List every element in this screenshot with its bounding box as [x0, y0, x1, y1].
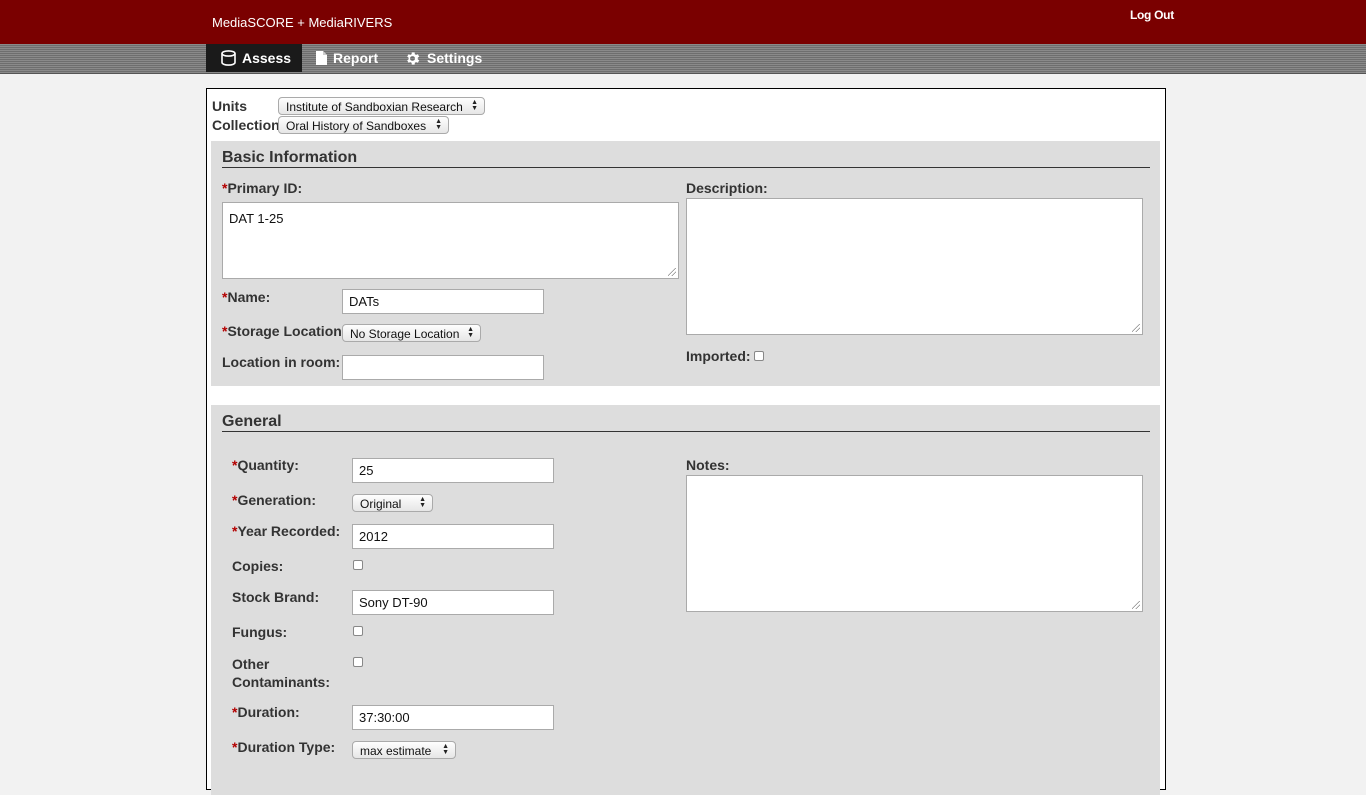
duration-type-value: max estimate [360, 744, 432, 758]
tab-assess[interactable]: Assess [206, 44, 302, 72]
quantity-label: *Quantity: [232, 457, 299, 473]
stock-brand-label: Stock Brand: [232, 589, 320, 605]
tab-settings-label: Settings [427, 50, 483, 66]
tab-assess-label: Assess [242, 50, 292, 66]
storage-location-label: *Storage Location: [222, 323, 346, 339]
notes-textarea[interactable] [686, 475, 1143, 612]
storage-location-value: No Storage Location [350, 327, 460, 341]
copies-checkbox[interactable] [353, 560, 363, 570]
select-arrows-icon: ▲ ▼ [419, 496, 426, 509]
app-title: MediaSCORE + MediaRIVERS [212, 15, 393, 30]
collection-label: Collection [212, 117, 280, 133]
generation-select[interactable]: Original ▲ ▼ [352, 494, 433, 512]
copies-label: Copies: [232, 558, 284, 574]
gear-icon [404, 50, 427, 67]
resize-handle-icon[interactable] [1132, 324, 1140, 332]
name-label-text: Name: [227, 289, 271, 305]
year-recorded-label-text: Year Recorded: [237, 523, 341, 539]
generation-value: Original [360, 497, 402, 511]
primary-id-label-text: Primary ID: [227, 180, 303, 196]
duration-label: *Duration: [232, 704, 300, 720]
fungus-checkbox[interactable] [353, 626, 363, 636]
section-title-basic: Basic Information [222, 149, 358, 166]
quantity-label-text: Quantity: [237, 457, 299, 473]
main-nav: Assess Report Settings [0, 44, 1366, 74]
units-select[interactable]: Institute of Sandboxian Research ▲ ▼ [278, 97, 485, 115]
units-label: Units [212, 98, 247, 114]
database-icon [221, 50, 242, 66]
resize-handle-icon[interactable] [1132, 601, 1140, 609]
other-contaminants-label-line1: Other [232, 656, 270, 672]
generation-label: *Generation: [232, 492, 316, 508]
duration-input[interactable]: 37:30:00 [352, 705, 554, 730]
duration-type-select[interactable]: max estimate ▲ ▼ [352, 741, 456, 759]
duration-label-text: Duration: [237, 704, 300, 720]
resize-handle-icon[interactable] [668, 268, 676, 276]
select-arrows-icon: ▲ ▼ [435, 118, 442, 131]
select-arrows-icon: ▲ ▼ [471, 99, 478, 112]
basic-information-section: Basic Information *Primary ID: DAT 1-25 … [211, 141, 1160, 386]
select-arrows-icon: ▲ ▼ [442, 743, 449, 756]
units-select-value: Institute of Sandboxian Research [286, 100, 463, 114]
section-divider [222, 431, 1150, 432]
description-textarea[interactable] [686, 198, 1143, 335]
imported-checkbox[interactable] [754, 351, 764, 361]
imported-label: Imported: [686, 348, 751, 364]
document-icon [316, 51, 333, 65]
duration-type-label: *Duration Type: [232, 739, 335, 755]
year-recorded-label: *Year Recorded: [232, 523, 340, 539]
tab-report[interactable]: Report [316, 44, 378, 72]
primary-id-label: *Primary ID: [222, 180, 302, 196]
notes-label: Notes: [686, 457, 730, 473]
general-section: General *Quantity: 25 *Generation: Origi… [211, 405, 1160, 795]
year-recorded-input[interactable]: 2012 [352, 524, 554, 549]
tab-settings[interactable]: Settings [404, 44, 482, 72]
location-in-room-input[interactable] [342, 355, 544, 380]
select-arrows-icon: ▲ ▼ [467, 326, 474, 339]
tab-report-label: Report [333, 50, 379, 66]
storage-location-label-text: Storage Location: [227, 323, 347, 339]
fungus-label: Fungus: [232, 624, 288, 640]
top-bar: MediaSCORE + MediaRIVERS Log Out [0, 0, 1366, 44]
other-contaminants-label-line2: Contaminants: [232, 674, 330, 690]
assessment-panel: Units Institute of Sandboxian Research ▲… [206, 88, 1166, 795]
collection-select[interactable]: Oral History of Sandboxes ▲ ▼ [278, 116, 449, 134]
other-contaminants-label: Other Contaminants: [232, 655, 330, 691]
generation-label-text: Generation: [237, 492, 317, 508]
section-divider [222, 167, 1150, 168]
stock-brand-input[interactable]: Sony DT-90 [352, 590, 554, 615]
other-contaminants-checkbox[interactable] [353, 657, 363, 667]
location-in-room-label: Location in room: [222, 354, 341, 370]
name-input[interactable]: DATs [342, 289, 544, 314]
primary-id-textarea[interactable]: DAT 1-25 [222, 202, 679, 279]
duration-type-label-text: Duration Type: [237, 739, 336, 755]
collection-select-value: Oral History of Sandboxes [286, 119, 427, 133]
description-label: Description: [686, 180, 768, 196]
storage-location-select[interactable]: No Storage Location ▲ ▼ [342, 324, 481, 342]
section-title-general: General [222, 413, 282, 430]
quantity-input[interactable]: 25 [352, 458, 554, 483]
logout-link[interactable]: Log Out [1130, 8, 1174, 22]
primary-id-value: DAT 1-25 [229, 211, 284, 226]
name-label: *Name: [222, 289, 270, 305]
